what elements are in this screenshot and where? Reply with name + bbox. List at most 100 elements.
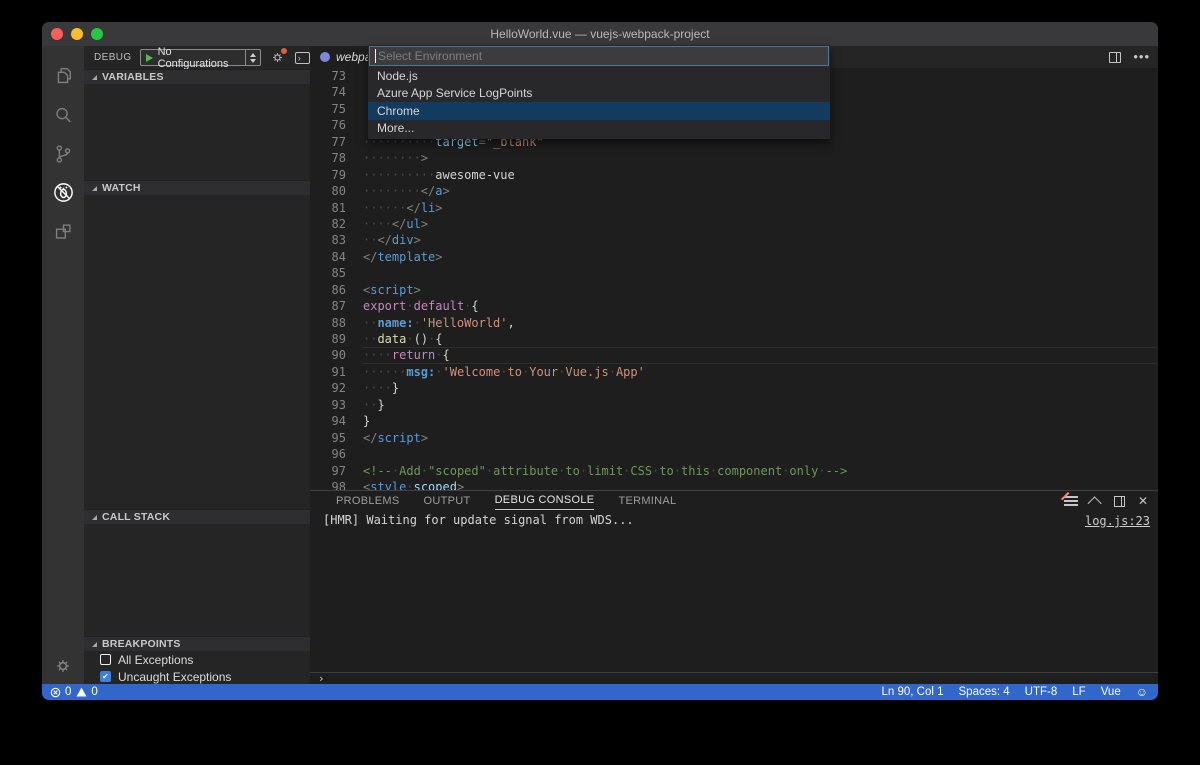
- restore-panel-icon[interactable]: [1113, 496, 1125, 507]
- code-line-91[interactable]: 91 ······msg:·'Welcome·to·Your·Vue.js·App…: [310, 364, 1158, 380]
- filter-icon[interactable]: [1060, 491, 1078, 507]
- quickpick-item-chrome[interactable]: Chrome: [368, 102, 830, 120]
- section-header-breakpoints[interactable]: BREAKPOINTS: [84, 636, 310, 651]
- quickpick-list: Node.js Azure App Service LogPoints Chrome…: [368, 67, 830, 137]
- minimize-window-button[interactable]: [71, 28, 83, 40]
- code-line-81[interactable]: 81 ······</li>: [310, 200, 1158, 216]
- line-number[interactable]: 94: [310, 413, 346, 429]
- line-number[interactable]: 73: [310, 68, 346, 84]
- code-line-89[interactable]: 89 ··data·()·{: [310, 331, 1158, 347]
- quickpick-item-azure-app-service-logpoints[interactable]: Azure App Service LogPoints: [368, 85, 830, 103]
- checkbox-checked-icon[interactable]: ✔: [100, 671, 111, 682]
- line-number[interactable]: 74: [310, 84, 346, 100]
- code-line-85[interactable]: 85: [310, 265, 1158, 281]
- line-number[interactable]: 86: [310, 282, 346, 298]
- line-number[interactable]: 76: [310, 117, 346, 133]
- line-number[interactable]: 79: [310, 167, 346, 183]
- code-line-95[interactable]: 95 </script>: [310, 430, 1158, 446]
- section-header-watch[interactable]: WATCH: [84, 180, 310, 195]
- settings-gear-icon[interactable]: [42, 656, 84, 676]
- panel-tab-terminal[interactable]: TERMINAL: [618, 493, 676, 510]
- checkbox-icon[interactable]: [100, 654, 111, 665]
- breakpoint-label: All Exceptions: [118, 652, 194, 667]
- indentation[interactable]: Spaces: 4: [959, 686, 1010, 698]
- console-source-link[interactable]: log.js:23: [1085, 514, 1150, 528]
- source-control-icon[interactable]: [42, 134, 84, 173]
- line-number[interactable]: 92: [310, 380, 346, 396]
- split-editor-icon[interactable]: [1109, 51, 1122, 63]
- code-line-83[interactable]: 83 ··</div>: [310, 232, 1158, 248]
- configure-gear-icon[interactable]: [270, 48, 287, 65]
- start-debugging-icon[interactable]: [145, 53, 153, 62]
- line-number[interactable]: 98: [310, 479, 346, 490]
- code-line-90[interactable]: 90 ····return·{: [310, 347, 1158, 363]
- panel-tab-debug-console[interactable]: DEBUG CONSOLE: [494, 492, 595, 510]
- code-line-88[interactable]: 88 ··name:·'HelloWorld',: [310, 315, 1158, 331]
- code-line-78[interactable]: 78 ········>: [310, 150, 1158, 166]
- panel-tab-output[interactable]: OUTPUT: [424, 493, 471, 510]
- open-debug-console-icon[interactable]: ›: [294, 51, 310, 64]
- code-line-92[interactable]: 92 ····}: [310, 380, 1158, 396]
- quickpick-item-node-js[interactable]: Node.js: [368, 67, 830, 85]
- line-number[interactable]: 81: [310, 200, 346, 216]
- code-line-98[interactable]: 98 <style·scoped>: [310, 479, 1158, 490]
- code-line-79[interactable]: 79 ··········awesome-vue: [310, 167, 1158, 183]
- section-header-variables[interactable]: VARIABLES: [84, 69, 310, 84]
- console-input-row[interactable]: ›: [310, 672, 1158, 684]
- encoding[interactable]: UTF-8: [1025, 686, 1058, 698]
- error-count[interactable]: 0: [50, 686, 71, 698]
- launch-configuration-dropdown[interactable]: No Configurations: [139, 46, 261, 70]
- warning-count[interactable]: 0: [76, 686, 98, 698]
- line-content: ··</div>: [363, 233, 421, 248]
- language-mode[interactable]: Vue: [1101, 686, 1121, 698]
- smiley-icon[interactable]: ☺: [1136, 686, 1148, 698]
- section-header-call-stack[interactable]: CALL STACK: [84, 509, 310, 524]
- close-panel-icon[interactable]: ✕: [1138, 495, 1148, 507]
- quickpick-input[interactable]: [369, 46, 829, 66]
- line-content: ··data·()·{: [363, 332, 443, 346]
- more-actions-icon[interactable]: •••: [1133, 50, 1150, 63]
- line-number[interactable]: 83: [310, 232, 346, 248]
- code-line-93[interactable]: 93 ··}: [310, 397, 1158, 413]
- explorer-icon[interactable]: [42, 56, 84, 95]
- maximize-panel-icon[interactable]: [1087, 495, 1102, 510]
- code-line-86[interactable]: 86 <script>: [310, 282, 1158, 298]
- line-number[interactable]: 88: [310, 315, 346, 331]
- close-window-button[interactable]: [51, 28, 63, 40]
- panel-tab-problems[interactable]: PROBLEMS: [336, 493, 400, 510]
- code-line-97[interactable]: 97 <!--·Add·"scoped"·attribute·to·limit·C…: [310, 463, 1158, 479]
- cursor-position[interactable]: Ln 90, Col 1: [882, 686, 944, 698]
- zoom-window-button[interactable]: [91, 28, 103, 40]
- code-line-96[interactable]: 96: [310, 446, 1158, 462]
- debug-icon[interactable]: [42, 173, 84, 212]
- line-number[interactable]: 75: [310, 101, 346, 117]
- code-line-94[interactable]: 94}: [310, 413, 1158, 429]
- line-number[interactable]: 84: [310, 249, 346, 265]
- section-title: VARIABLES: [102, 71, 164, 83]
- code-line-84[interactable]: 84 </template>: [310, 249, 1158, 265]
- code-line-80[interactable]: 80 ········</a>: [310, 183, 1158, 199]
- line-content: }: [363, 414, 371, 429]
- line-number[interactable]: 80: [310, 183, 346, 199]
- line-number[interactable]: 89: [310, 331, 346, 347]
- line-number[interactable]: 77: [310, 134, 346, 150]
- line-number[interactable]: 90: [310, 347, 346, 363]
- code-line-82[interactable]: 82 ····</ul>: [310, 216, 1158, 232]
- breakpoint-uncaught-exceptions[interactable]: ✔ Uncaught Exceptions: [84, 668, 310, 685]
- line-number[interactable]: 78: [310, 150, 346, 166]
- eol-sequence[interactable]: LF: [1072, 686, 1085, 698]
- quickpick-item-more-[interactable]: More...: [368, 120, 830, 138]
- line-number[interactable]: 87: [310, 298, 346, 314]
- search-icon[interactable]: [42, 95, 84, 134]
- code-line-87[interactable]: 87 export·default·{: [310, 298, 1158, 314]
- line-number[interactable]: 91: [310, 364, 346, 380]
- debug-sidebar: DEBUG No Configurations › VARIABLES WATC…: [84, 46, 310, 684]
- line-number[interactable]: 85: [310, 265, 346, 281]
- line-number[interactable]: 97: [310, 463, 346, 479]
- line-number[interactable]: 93: [310, 397, 346, 413]
- breakpoint-all-exceptions[interactable]: All Exceptions: [84, 651, 310, 668]
- line-number[interactable]: 82: [310, 216, 346, 232]
- extensions-icon[interactable]: [42, 212, 84, 251]
- line-number[interactable]: 96: [310, 446, 346, 462]
- line-number[interactable]: 95: [310, 430, 346, 446]
